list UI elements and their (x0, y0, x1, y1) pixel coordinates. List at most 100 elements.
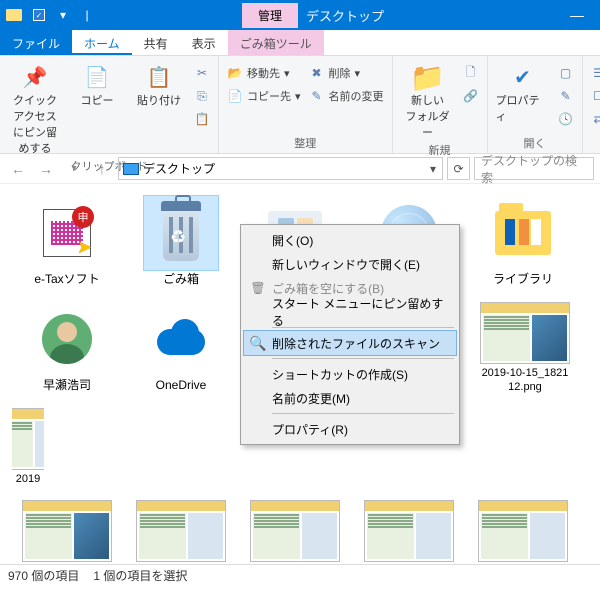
history-icon: 🕓 (558, 111, 574, 127)
search-input[interactable]: デスクトップの検索 (474, 157, 594, 180)
window-title: デスクトップ (306, 6, 384, 25)
back-button[interactable]: ← (6, 157, 30, 181)
refresh-button[interactable]: ⟳ (447, 157, 470, 180)
copy-to-button[interactable]: 📄コピー先 ▾ (227, 85, 301, 107)
status-selected: 1 個の項目を選択 (93, 567, 187, 584)
ctx-scan-deleted[interactable]: 🔍削除されたファイルのスキャン (244, 331, 456, 355)
scan-icon: 🔍 (250, 335, 266, 351)
rename-button[interactable]: ✎名前の変更 (309, 85, 384, 107)
item-screenshot[interactable]: 2019-10-15_1821 12.png (470, 302, 580, 395)
library-icon (495, 211, 551, 255)
paste-icon (146, 64, 172, 90)
copy-icon (84, 64, 110, 90)
group-label-organize: 整理 (227, 133, 384, 151)
paste-shortcut-button[interactable]: 📋 (194, 108, 210, 130)
address-dropdown-icon[interactable]: ▾ (428, 162, 438, 176)
ribbon-group-organize: 📂移動先 ▾ 📄コピー先 ▾ ✖削除 ▾ ✎名前の変更 整理 (219, 56, 393, 153)
recent-dropdown[interactable]: ▾ (62, 157, 86, 181)
ctx-create-shortcut[interactable]: ショートカットの作成(S) (244, 362, 456, 386)
thumbnail-icon (136, 500, 226, 562)
onedrive-icon (153, 319, 209, 359)
qat-select-icon[interactable]: ✓ (28, 4, 50, 26)
ctx-open[interactable]: 開く(O) (244, 228, 456, 252)
paste-button[interactable]: 貼り付け (132, 60, 186, 108)
item-screenshot[interactable]: 2019-10-15_1824 (126, 500, 236, 564)
item-recycle-bin[interactable]: ♻ ごみ箱 (126, 196, 236, 288)
thumbnail-icon (480, 302, 570, 364)
new-item-button[interactable]: 🗋 (463, 62, 479, 84)
new-folder-button[interactable]: 新しい フォルダー (401, 60, 455, 140)
invert-select-button[interactable]: ⇄ (591, 108, 600, 130)
ribbon-group-select: ☰ ☐ ⇄ (583, 56, 600, 153)
select-all-icon: ☰ (591, 65, 600, 81)
tab-view[interactable]: 表示 (180, 30, 228, 55)
shortcut-icon: 📋 (194, 111, 210, 127)
forward-button[interactable]: → (34, 157, 58, 181)
pin-quick-access-button[interactable]: クイック アクセス にピン留めする (8, 60, 62, 156)
ctx-rename[interactable]: 名前の変更(M) (244, 386, 456, 410)
location-icon (123, 163, 139, 175)
select-none-button[interactable]: ☐ (591, 85, 600, 107)
item-library[interactable]: ライブラリ (468, 196, 578, 288)
copy-path-button[interactable]: ⎘ (194, 85, 210, 107)
select-none-icon: ☐ (591, 88, 600, 104)
delete-icon: ✖ (309, 65, 325, 81)
cut-icon: ✂ (194, 65, 210, 81)
ctx-separator (272, 358, 454, 359)
delete-button[interactable]: ✖削除 ▾ (309, 62, 384, 84)
open-button[interactable]: ▢ (558, 62, 574, 84)
thumbnail-icon (478, 500, 568, 562)
easy-access-icon: 🔗 (463, 88, 479, 104)
rename-icon: ✎ (309, 88, 325, 104)
edit-icon: ✎ (558, 88, 574, 104)
item-etax[interactable]: 申➤ e-Taxソフト (12, 196, 122, 288)
easy-access-button[interactable]: 🔗 (463, 85, 479, 107)
ctx-open-new-window[interactable]: 新しいウィンドウで開く(E) (244, 252, 456, 276)
cut-button[interactable]: ✂ (194, 62, 210, 84)
ribbon-group-open: ✔プロパティ ▢ ✎ 🕓 開く (488, 56, 583, 153)
tab-share[interactable]: 共有 (132, 30, 180, 55)
ctx-properties[interactable]: プロパティ(R) (244, 417, 456, 441)
edit-button[interactable]: ✎ (558, 85, 574, 107)
properties-button[interactable]: ✔プロパティ (496, 60, 550, 124)
item-screenshot[interactable]: 2019-10-15_1825 (354, 500, 464, 564)
tab-file[interactable]: ファイル (0, 30, 72, 55)
trash-small-icon: 🗑 (250, 280, 266, 296)
minimize-button[interactable]: — (554, 7, 600, 23)
address-text: デスクトップ (143, 160, 215, 177)
group-label-open: 開く (496, 133, 574, 151)
thumbnail-icon (22, 500, 112, 562)
copy-button[interactable]: コピー (70, 60, 124, 108)
status-count: 970 個の項目 (8, 567, 79, 584)
up-button[interactable]: ↑ (90, 157, 114, 181)
history-button[interactable]: 🕓 (558, 108, 574, 130)
folder-icon (415, 64, 441, 90)
thumbnail-icon (12, 408, 44, 470)
select-all-button[interactable]: ☰ (591, 62, 600, 84)
item-onedrive[interactable]: OneDrive (126, 302, 236, 395)
item-screenshot[interactable]: 2019-10-15_1826 (468, 500, 578, 564)
quick-access-toolbar: ✓ ▾ | (0, 4, 102, 26)
thumbnail-icon (364, 500, 454, 562)
copyto-icon: 📄 (227, 88, 243, 104)
group-label-new: 新規 (401, 140, 479, 158)
title-bar: ✓ ▾ | 管理 デスクトップ — (0, 0, 600, 30)
explorer-icon[interactable] (4, 4, 26, 26)
contextual-tab-manage[interactable]: 管理 (242, 3, 298, 28)
ctx-pin-start[interactable]: スタート メニューにピン留めする (244, 300, 456, 324)
tab-recycle-tool[interactable]: ごみ箱ツール (228, 30, 324, 55)
tab-home[interactable]: ホーム (72, 30, 132, 55)
address-bar[interactable]: デスクトップ ▾ (118, 157, 443, 180)
item-screenshot[interactable]: 2019-10-15_1823 (12, 500, 122, 564)
file-list[interactable]: 申➤ e-Taxソフト ♻ ごみ箱 ライブラリ 早瀬浩司 OneDrive (0, 184, 600, 564)
move-to-button[interactable]: 📂移動先 ▾ (227, 62, 301, 84)
move-icon: 📂 (227, 65, 243, 81)
qat-separator: | (76, 4, 98, 26)
item-screenshot[interactable]: 2019-10-15_1824 (240, 500, 350, 564)
item-screenshot[interactable]: 2019 (12, 408, 44, 486)
ribbon: クイック アクセス にピン留めする コピー 貼り付け ✂ ⎘ 📋 クリップボード… (0, 56, 600, 154)
ribbon-group-clipboard: クイック アクセス にピン留めする コピー 貼り付け ✂ ⎘ 📋 クリップボード (0, 56, 219, 153)
thumbnail-icon (250, 500, 340, 562)
item-user[interactable]: 早瀬浩司 (12, 302, 122, 395)
qat-dropdown-icon[interactable]: ▾ (52, 4, 74, 26)
